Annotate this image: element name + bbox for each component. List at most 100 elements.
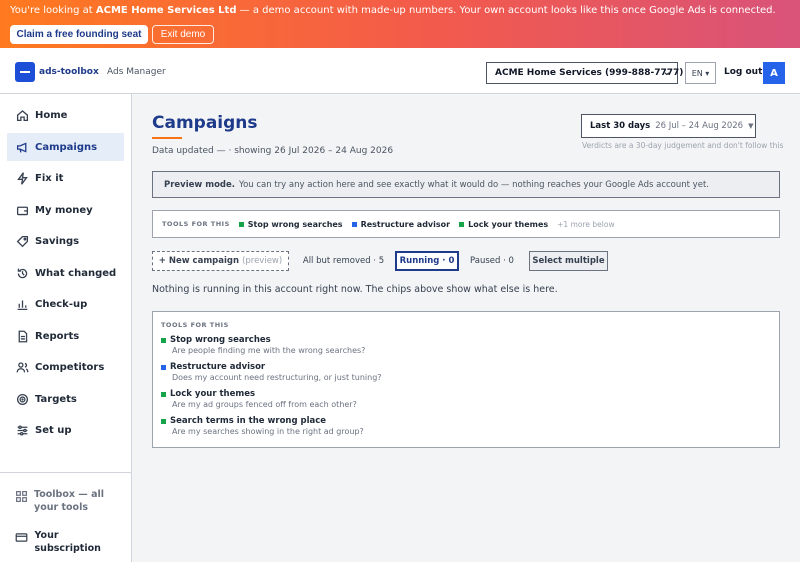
tools-strip: TOOLS FOR THIS Stop wrong searches Restr… [152, 210, 780, 238]
tool-link-lock-your-themes[interactable]: Lock your themes [459, 220, 548, 229]
new-campaign-button[interactable]: + New campaign (preview) [152, 251, 289, 271]
date-range-select[interactable]: Last 30 days 26 Jul – 24 Aug 2026 ▼ [581, 114, 756, 138]
tools-panel-label: TOOLS FOR THIS [161, 321, 229, 329]
sidebar-item-label: Fix it [35, 172, 64, 184]
tools-strip-label: TOOLS FOR THIS [162, 220, 230, 228]
tool-link-stop-wrong-searches[interactable]: Stop wrong searches [238, 220, 343, 229]
tool-item-stop-wrong-searches[interactable]: Stop wrong searches Are people finding m… [161, 335, 761, 355]
tool-item-desc: Does my account need restructuring, or j… [172, 373, 382, 382]
green-square-icon [238, 221, 244, 227]
blue-square-icon [161, 364, 166, 370]
account-select-value: ACME Home Services (999-888-7777) [495, 68, 684, 78]
preview-mode-text: You can try any action here and see exac… [239, 179, 709, 190]
empty-state-message: Nothing is running in this account right… [152, 284, 558, 295]
tag-icon [15, 234, 29, 248]
tool-item-name: Search terms in the wrong place [170, 416, 327, 426]
sidebar-item-set-up[interactable]: Set up [7, 416, 124, 444]
logo-text: ads-toolbox [39, 67, 99, 77]
sidebar-item-what-changed[interactable]: What changed [7, 259, 124, 287]
sidebar-item-toolbox[interactable]: Toolbox — all your tools [15, 488, 125, 514]
claim-founding-seat-button[interactable]: Claim a free founding seat [10, 25, 148, 44]
green-square-icon [459, 221, 465, 227]
date-range-label: Last 30 days [590, 121, 651, 131]
tool-item-name: Lock your themes [170, 389, 256, 399]
bolt-icon [15, 171, 29, 185]
green-square-icon [161, 391, 166, 397]
sidebar-item-label: Home [35, 109, 68, 121]
megaphone-icon [15, 140, 29, 154]
blue-square-icon [351, 221, 357, 227]
exit-demo-button[interactable]: Exit demo [152, 25, 214, 44]
preview-mode-notice: Preview mode. You can try any action her… [152, 171, 780, 198]
chevron-down-icon: ⌄ [662, 67, 671, 78]
sidebar-item-reports[interactable]: Reports [7, 322, 124, 350]
data-updated-line: Data updated — · showing 26 Jul 2026 – 2… [152, 146, 394, 156]
document-icon [15, 329, 29, 343]
app-name: Ads Manager [107, 67, 166, 77]
sidebar-item-label: My money [35, 204, 93, 216]
more-below-link[interactable]: +1 more below [557, 220, 614, 229]
tool-link-label: Restructure advisor [360, 219, 451, 229]
tool-link-restructure-advisor[interactable]: Restructure advisor [351, 219, 451, 229]
tool-item-lock-your-themes[interactable]: Lock your themes Are my ad groups fenced… [161, 389, 761, 409]
sidebar-subscription-label: Your subscription [34, 530, 101, 554]
tool-item-restructure-advisor[interactable]: Restructure advisor Does my account need… [161, 362, 761, 382]
sidebar-item-competitors[interactable]: Competitors [7, 353, 124, 381]
new-campaign-label: + New campaign [158, 256, 240, 266]
demo-banner: You're looking at ACME Home Services Ltd… [0, 0, 800, 48]
language-select[interactable]: EN ▾ [685, 62, 716, 84]
sidebar-item-fix-it[interactable]: Fix it [7, 164, 124, 192]
sidebar-item-label: Campaigns [35, 141, 98, 153]
filter-chip-paused[interactable]: Paused · 0 [463, 251, 521, 271]
sidebar-divider [0, 472, 131, 473]
preview-mode-strong: Preview mode. [164, 179, 235, 190]
wallet-icon [15, 203, 29, 217]
credit-card-icon [15, 530, 29, 544]
account-select[interactable]: ACME Home Services (999-888-7777) ⌄ [486, 62, 683, 84]
tool-item-search-terms-wrong-place[interactable]: Search terms in the wrong place Are my s… [161, 416, 761, 436]
sidebar-item-home[interactable]: Home [7, 101, 124, 129]
sidebar-item-label: What changed [35, 267, 117, 279]
sidebar-item-label: Set up [35, 424, 72, 436]
sidebar-item-campaigns[interactable]: Campaigns [7, 133, 124, 161]
avatar[interactable]: A [763, 62, 785, 84]
tool-item-name: Stop wrong searches [170, 335, 271, 345]
green-square-icon [161, 418, 166, 424]
banner-prefix: You're looking at [10, 5, 96, 16]
select-multiple-button[interactable]: Select multiple [529, 251, 608, 271]
banner-account-name: ACME Home Services Ltd [95, 5, 237, 16]
sidebar-item-subscription[interactable]: Your subscription [15, 529, 125, 555]
history-icon [15, 266, 29, 280]
toolbox-logo-icon [15, 62, 35, 82]
demo-banner-text: You're looking at ACME Home Services Ltd… [10, 5, 776, 16]
sidebar: Home Campaigns Fix it My money Savings W… [0, 94, 132, 562]
sidebar-item-targets[interactable]: Targets [7, 385, 124, 413]
filter-chip-all-but-removed[interactable]: All but removed · 5 [296, 251, 391, 271]
sidebar-item-my-money[interactable]: My money [7, 196, 124, 224]
tools-panel: TOOLS FOR THIS Stop wrong searches Are p… [152, 311, 780, 448]
page-title: Campaigns [152, 113, 258, 133]
sidebar-item-label: Check-up [35, 298, 88, 310]
sidebar-item-savings[interactable]: Savings [7, 227, 124, 255]
tool-item-desc: Are my ad groups fenced off from each ot… [172, 400, 357, 409]
logo[interactable]: ads-toolbox [15, 62, 99, 82]
new-campaign-note: (preview) [242, 256, 283, 266]
target-icon [15, 392, 29, 406]
filter-chip-running[interactable]: Running · 0 [395, 251, 459, 271]
sidebar-item-check-up[interactable]: Check-up [7, 290, 124, 318]
tool-item-name: Restructure advisor [170, 362, 266, 372]
tool-link-label: Lock your themes [468, 219, 549, 229]
sidebar-item-label: Reports [35, 330, 80, 342]
logout-link[interactable]: Log out [724, 67, 762, 77]
tool-item-desc: Are my searches showing in the right ad … [172, 427, 364, 436]
title-accent-underline [152, 137, 182, 139]
tool-item-desc: Are people finding me with the wrong sea… [172, 346, 366, 355]
bar-chart-icon [15, 297, 29, 311]
home-icon [15, 108, 29, 122]
sidebar-item-label: Savings [35, 235, 80, 247]
sidebar-item-label: Competitors [35, 361, 105, 373]
sliders-icon [15, 423, 29, 437]
sidebar-item-label: Targets [35, 393, 77, 405]
sidebar-toolbox-label: Toolbox — all your tools [34, 489, 105, 513]
banner-suffix: — a demo account with made-up numbers. Y… [236, 5, 776, 16]
